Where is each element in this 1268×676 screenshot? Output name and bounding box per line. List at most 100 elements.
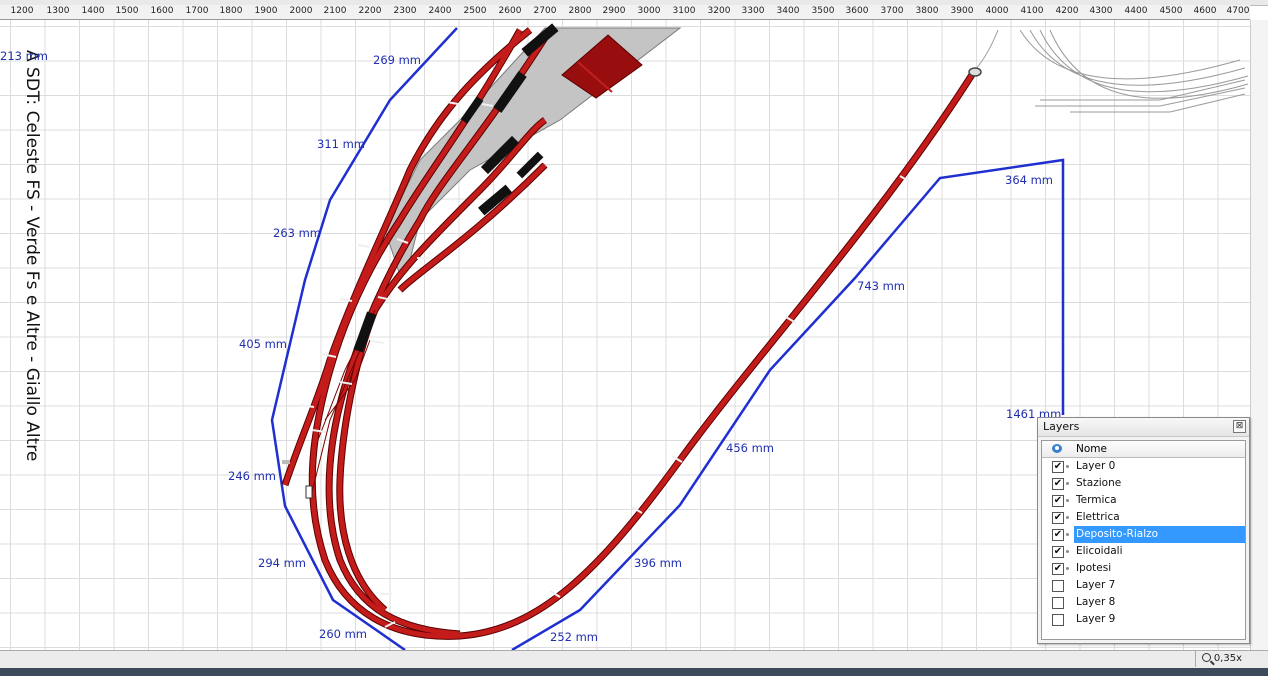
ruler-label: 1600: [150, 6, 174, 16]
dimension-label: 246 mm: [228, 469, 277, 483]
ruler-label: 1700: [185, 6, 209, 16]
status-bar: [0, 650, 1268, 669]
layers-panel[interactable]: Layers ⊠ Nome ✔ Layer 0 ✔ Stazione ✔ Ter…: [1037, 417, 1250, 644]
ruler-label: 4400: [1124, 6, 1148, 16]
ruler-label: 2500: [463, 6, 487, 16]
layer-legend-label: A SDT: Celeste FS - Verde Fs e Altre - G…: [22, 50, 52, 510]
ruler-label: 2000: [289, 6, 313, 16]
layer-dot-icon: [1066, 499, 1069, 502]
layer-dot-icon: [1066, 550, 1069, 553]
buffer-stop[interactable]: [305, 485, 313, 499]
ruler-label: 2600: [498, 6, 522, 16]
ruler-label: 1300: [46, 6, 70, 16]
layer-visibility-checkbox[interactable]: ✔: [1052, 529, 1064, 541]
dimension-label: 396 mm: [634, 556, 683, 570]
ruler-label: 3600: [845, 6, 869, 16]
layer-visibility-checkbox[interactable]: [1052, 580, 1064, 592]
layer-row-selected[interactable]: ✔ Deposito-Rialzo: [1042, 526, 1245, 543]
column-name-header[interactable]: Nome: [1076, 441, 1107, 457]
layers-title-text: Layers: [1043, 420, 1080, 433]
layer-name[interactable]: Stazione: [1074, 475, 1123, 492]
layer-visibility-checkbox[interactable]: [1052, 597, 1064, 609]
ruler-label: 3700: [880, 6, 904, 16]
layer-name[interactable]: Ipotesi: [1074, 560, 1113, 577]
layer-visibility-checkbox[interactable]: ✔: [1052, 546, 1064, 558]
horizontal-ruler: 1200 1300 1400 1500 1600 1700 1800 1900 …: [0, 5, 1250, 20]
ruler-label: 3500: [811, 6, 835, 16]
dimension-label: 213 mm: [0, 49, 49, 63]
ruler-label: 4200: [1055, 6, 1079, 16]
ruler-label: 1500: [115, 6, 139, 16]
layer-visibility-checkbox[interactable]: [1052, 614, 1064, 626]
zoom-level: 0,35x: [1213, 653, 1242, 664]
dimension-label: 456 mm: [726, 441, 775, 455]
layer-name[interactable]: Layer 0: [1074, 458, 1117, 475]
layer-dot-icon: [1066, 516, 1069, 519]
layer-visibility-checkbox[interactable]: ✔: [1052, 495, 1064, 507]
layer-visibility-checkbox[interactable]: ✔: [1052, 512, 1064, 524]
layer-name[interactable]: Layer 9: [1074, 611, 1117, 628]
layer-visibility-checkbox[interactable]: ✔: [1052, 461, 1064, 473]
ruler-label: 2700: [533, 6, 557, 16]
ruler-label: 1200: [10, 6, 34, 16]
close-icon[interactable]: ⊠: [1233, 420, 1246, 433]
dimension-label: 311 mm: [317, 137, 366, 151]
dimension-label: 364 mm: [1005, 173, 1054, 187]
layer-row[interactable]: ✔ Termica: [1042, 492, 1245, 509]
ruler-label: 2400: [428, 6, 452, 16]
layer-name[interactable]: Layer 7: [1074, 577, 1117, 594]
vertical-scrollbar[interactable]: [1250, 20, 1268, 650]
ruler-label: 3400: [776, 6, 800, 16]
layers-list[interactable]: Nome ✔ Layer 0 ✔ Stazione ✔ Termica ✔ El…: [1041, 440, 1246, 640]
ruler-label: 1400: [81, 6, 105, 16]
ruler-label: 4100: [1020, 6, 1044, 16]
layer-name[interactable]: Layer 8: [1074, 594, 1117, 611]
layer-row[interactable]: ✔ Ipotesi: [1042, 560, 1245, 577]
magnifier-icon: [1201, 653, 1211, 662]
ruler-label: 4300: [1089, 6, 1113, 16]
layer-row[interactable]: Layer 9: [1042, 611, 1245, 628]
layer-row[interactable]: Layer 7: [1042, 577, 1245, 594]
ruler-label: 4500: [1159, 6, 1183, 16]
layers-list-header[interactable]: Nome: [1042, 441, 1245, 458]
layer-visibility-checkbox[interactable]: ✔: [1052, 563, 1064, 575]
layer-dot-icon: [1066, 465, 1069, 468]
dimension-label: 260 mm: [319, 627, 368, 641]
layer-row[interactable]: ✔ Elettrica: [1042, 509, 1245, 526]
dimension-label: 405 mm: [239, 337, 288, 351]
track-end-marker[interactable]: [968, 67, 982, 77]
layer-dot-icon: [1066, 533, 1069, 536]
dimension-label: 252 mm: [550, 630, 599, 644]
ruler-label: 3200: [707, 6, 731, 16]
ruler-label: 3100: [672, 6, 696, 16]
layer-row[interactable]: ✔ Elicoidali: [1042, 543, 1245, 560]
ruler-label: 1900: [254, 6, 278, 16]
ruler-label: 3000: [637, 6, 661, 16]
ruler-label: 2200: [358, 6, 382, 16]
ruler-label: 2300: [393, 6, 417, 16]
helix-tracks: [974, 29, 1249, 113]
ruler-label: 4700: [1226, 6, 1250, 16]
layer-name[interactable]: Deposito-Rialzo: [1074, 526, 1245, 543]
track-end-marker: [282, 460, 290, 464]
ruler-label: 1800: [219, 6, 243, 16]
layer-visibility-checkbox[interactable]: ✔: [1052, 478, 1064, 490]
layer-name[interactable]: Elicoidali: [1074, 543, 1125, 560]
layer-row[interactable]: ✔ Stazione: [1042, 475, 1245, 492]
layer-dot-icon: [1066, 567, 1069, 570]
zoom-indicator[interactable]: 0,35x: [1194, 651, 1248, 667]
layer-name[interactable]: Termica: [1074, 492, 1119, 509]
taskbar: [0, 668, 1268, 676]
layer-dot-icon: [1066, 482, 1069, 485]
track-layer[interactable]: [281, 27, 982, 640]
ruler-label: 2900: [602, 6, 626, 16]
dimension-label: 743 mm: [857, 279, 906, 293]
visibility-eye-icon[interactable]: [1052, 444, 1062, 453]
legend-text: A SDT: Celeste FS - Verde Fs e Altre - G…: [22, 50, 42, 462]
layer-name[interactable]: Elettrica: [1074, 509, 1122, 526]
dimension-label: 294 mm: [258, 556, 307, 570]
ruler-label: 3900: [950, 6, 974, 16]
ruler-label: 4000: [985, 6, 1009, 16]
layer-row[interactable]: Layer 8: [1042, 594, 1245, 611]
layer-row[interactable]: ✔ Layer 0: [1042, 458, 1245, 475]
